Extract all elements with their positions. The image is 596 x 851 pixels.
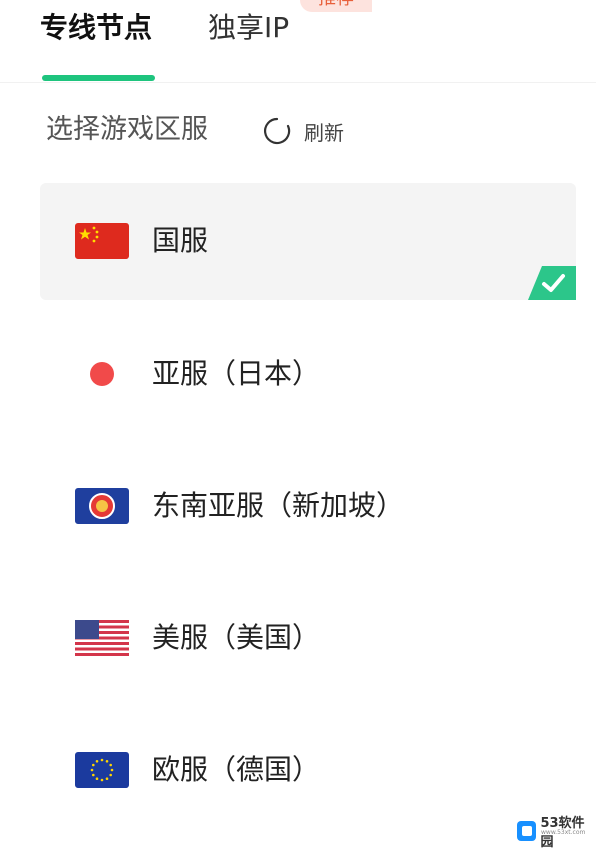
server-item-usa[interactable]: 美服（美国） xyxy=(40,579,576,711)
refresh-icon xyxy=(264,117,291,145)
recommend-badge: 推荐 xyxy=(300,0,372,12)
server-label: 东南亚服（新加坡） xyxy=(152,489,405,522)
server-label: 国服 xyxy=(152,224,209,257)
server-item-asia[interactable]: 亚服（日本） xyxy=(40,315,576,447)
server-item-europe[interactable]: 欧服（德国） xyxy=(40,711,576,843)
watermark: 53软件园 www.53xt.com xyxy=(517,812,596,850)
server-item-southeast-asia[interactable]: 东南亚服（新加坡） xyxy=(40,447,576,579)
china-flag-icon xyxy=(75,223,129,259)
watermark-logo-icon xyxy=(517,821,537,841)
server-label: 美服（美国） xyxy=(152,621,321,654)
tab-exclusive-ip[interactable]: 独享IP xyxy=(208,8,289,48)
watermark-url: www.53xt.com xyxy=(541,829,586,836)
server-label: 亚服（日本） xyxy=(152,357,321,390)
server-label: 欧服（德国） xyxy=(152,753,321,786)
server-list: 国服 亚服（日本） 东南亚服（新加坡） 美服（美国） 欧服（德国） xyxy=(40,183,576,843)
tab-bar: 专线节点 独享IP 推荐 xyxy=(0,0,596,83)
selected-check-icon xyxy=(528,266,576,300)
tab-dedicated-nodes[interactable]: 专线节点 xyxy=(40,8,152,48)
eu-flag-icon xyxy=(75,752,129,788)
active-tab-indicator xyxy=(42,75,155,81)
asean-flag-icon xyxy=(75,488,129,524)
refresh-button[interactable]: 刷新 xyxy=(262,116,344,146)
server-item-china[interactable]: 国服 xyxy=(40,183,576,300)
refresh-label: 刷新 xyxy=(304,120,344,145)
usa-flag-icon xyxy=(75,620,129,656)
japan-dot-icon xyxy=(90,362,114,386)
section-title: 选择游戏区服 xyxy=(46,114,208,145)
